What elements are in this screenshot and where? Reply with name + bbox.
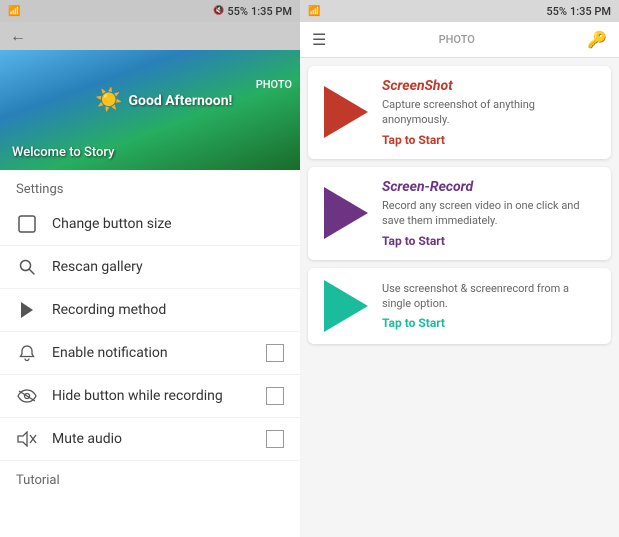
- right-panel: 📶 55% 1:35 PM ☰ PHOTO 🔑 ScreenShot Captu…: [300, 0, 619, 537]
- screen-record-card[interactable]: Screen-Record Record any screen video in…: [308, 167, 611, 260]
- change-button-icon: [16, 213, 38, 235]
- back-arrow-icon[interactable]: ←: [10, 26, 26, 46]
- menu-label-change-button-size: Change button size: [52, 216, 284, 232]
- hide-button-checkbox[interactable]: [266, 387, 284, 405]
- left-time: 1:35 PM: [251, 5, 292, 18]
- combo-arrow: [320, 280, 372, 332]
- screen-record-tap[interactable]: Tap to Start: [382, 234, 599, 248]
- arrow-cyan-icon: [324, 280, 368, 332]
- greeting-text: Good Afternoon!: [129, 93, 233, 109]
- settings-section: Settings Change button size Rescan galle…: [0, 170, 300, 537]
- menu-label-recording-method: Recording method: [52, 302, 284, 318]
- key-icon[interactable]: 🔑: [587, 30, 607, 49]
- screenshot-card-content: ScreenShot Capture screenshot of anythin…: [382, 78, 599, 147]
- left-status-icons: 🔇 55% 1:35 PM: [213, 5, 292, 18]
- search-icon: [16, 256, 38, 278]
- screen-record-card-content: Screen-Record Record any screen video in…: [382, 179, 599, 248]
- left-panel: 📶 🔇 55% 1:35 PM ← ☀️ Good Afternoon! PHO…: [0, 0, 300, 537]
- mute-audio-checkbox[interactable]: [266, 430, 284, 448]
- menu-label-enable-notification: Enable notification: [52, 345, 252, 361]
- left-status-bar: 📶 🔇 55% 1:35 PM: [0, 0, 300, 22]
- right-status-icons: 55% 1:35 PM: [546, 5, 611, 18]
- enable-notification-checkbox[interactable]: [266, 344, 284, 362]
- arrow-red-icon: [324, 86, 368, 138]
- menu-label-rescan-gallery: Rescan gallery: [52, 259, 284, 275]
- screenshot-desc: Capture screenshot of anything anonymous…: [382, 97, 599, 128]
- menu-item-rescan-gallery[interactable]: Rescan gallery: [0, 246, 300, 289]
- play-icon: [16, 299, 38, 321]
- menu-label-hide-button: Hide button while recording: [52, 388, 252, 404]
- screen-record-title: Screen-Record: [382, 179, 599, 195]
- right-status-bar: 📶 55% 1:35 PM: [300, 0, 619, 22]
- left-sim-icon: 📶: [8, 6, 20, 17]
- screen-record-arrow: [320, 187, 372, 239]
- left-mute-icon: 🔇: [213, 6, 224, 16]
- hero-area: ☀️ Good Afternoon! PHOTO Welcome to Stor…: [0, 50, 300, 170]
- left-battery-text: 55%: [227, 5, 248, 18]
- hamburger-icon[interactable]: ☰: [312, 30, 326, 49]
- sun-icon: ☀️: [95, 88, 122, 113]
- right-sim-icon: 📶: [308, 6, 320, 17]
- screenshot-title: ScreenShot: [382, 78, 599, 94]
- menu-item-hide-button[interactable]: Hide button while recording: [0, 375, 300, 418]
- right-top-bar: ☰ PHOTO 🔑: [300, 22, 619, 58]
- hero-greeting: ☀️ Good Afternoon!: [95, 88, 232, 113]
- screenshot-arrow: [320, 86, 372, 138]
- settings-header: Settings: [0, 170, 300, 203]
- menu-label-mute-audio: Mute audio: [52, 431, 252, 447]
- combo-card[interactable]: Use screenshot & screenrecord from a sin…: [308, 268, 611, 344]
- mute-icon: [16, 428, 38, 450]
- tutorial-header: Tutorial: [0, 461, 300, 494]
- menu-item-mute-audio[interactable]: Mute audio: [0, 418, 300, 461]
- bell-icon: [16, 342, 38, 364]
- combo-tap[interactable]: Tap to Start: [382, 316, 599, 330]
- right-time: 1:35 PM: [570, 5, 611, 18]
- right-photo-label: PHOTO: [439, 33, 475, 46]
- arrow-purple-icon: [324, 187, 368, 239]
- hero-photo-label: PHOTO: [256, 78, 292, 91]
- cards-container: ScreenShot Capture screenshot of anythin…: [300, 58, 619, 537]
- eye-slash-icon: [16, 385, 38, 407]
- screenshot-tap[interactable]: Tap to Start: [382, 133, 599, 147]
- combo-desc: Use screenshot & screenrecord from a sin…: [382, 281, 599, 312]
- screenshot-card[interactable]: ScreenShot Capture screenshot of anythin…: [308, 66, 611, 159]
- menu-item-change-button-size[interactable]: Change button size: [0, 203, 300, 246]
- combo-card-content: Use screenshot & screenrecord from a sin…: [382, 281, 599, 331]
- hero-welcome-text: Welcome to Story: [12, 145, 115, 160]
- menu-item-enable-notification[interactable]: Enable notification: [0, 332, 300, 375]
- screen-record-desc: Record any screen video in one click and…: [382, 198, 599, 229]
- right-battery-text: 55%: [546, 5, 567, 18]
- menu-item-recording-method[interactable]: Recording method: [0, 289, 300, 332]
